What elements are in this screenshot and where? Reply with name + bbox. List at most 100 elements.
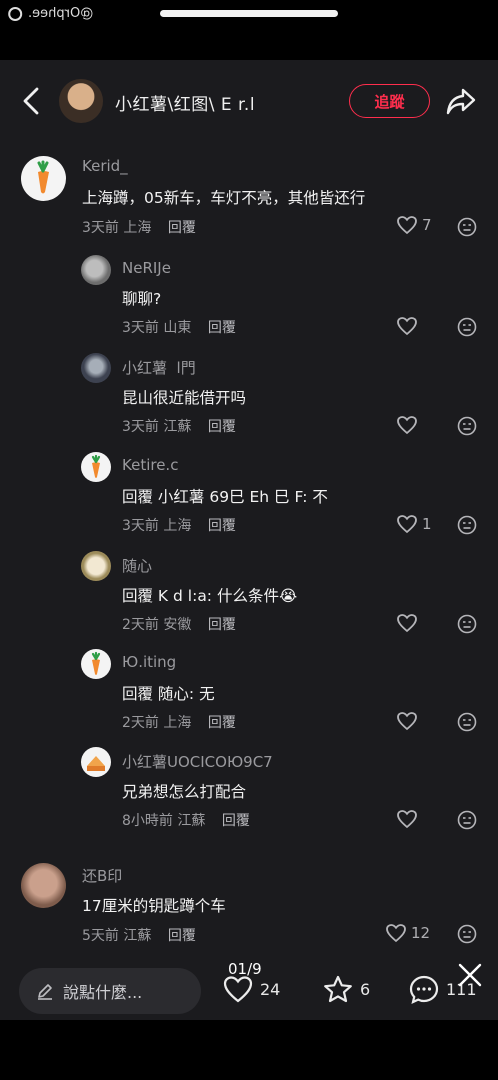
like-button[interactable]: 1: [396, 514, 432, 534]
comment-time: 3天前: [82, 220, 119, 236]
author-avatar[interactable]: [59, 79, 103, 123]
avatar[interactable]: [21, 863, 66, 908]
comment-text: 兄弟想怎么打配合: [122, 783, 247, 801]
comment-location: 安徽: [163, 617, 192, 633]
avatar[interactable]: [81, 255, 111, 285]
comment-input[interactable]: 說點什麼...: [19, 968, 201, 1014]
reply-button[interactable]: 回覆: [208, 715, 236, 731]
reply-button[interactable]: 回覆: [208, 617, 236, 633]
like-count: 7: [422, 216, 432, 234]
avatar[interactable]: [81, 649, 111, 679]
like-button[interactable]: [396, 711, 422, 731]
comment-text: 聊聊?: [122, 290, 162, 308]
comment-location: 山東: [163, 320, 192, 336]
like-button[interactable]: [396, 809, 422, 829]
comment-username[interactable]: 随心: [122, 555, 152, 576]
comment-text: 昆山很近能借开吗: [122, 389, 247, 407]
unamused-face-icon[interactable]: [457, 614, 477, 634]
avatar[interactable]: [81, 353, 111, 383]
like-button[interactable]: [396, 316, 422, 336]
comment-username[interactable]: 小红薯 l門: [122, 357, 205, 378]
share-arrow-icon[interactable]: [445, 86, 477, 116]
comment-time: 3天前: [122, 320, 159, 336]
bottom-letterbox: [0, 1020, 498, 1080]
like-count: 12: [411, 924, 431, 942]
reply-button[interactable]: 回覆: [168, 220, 196, 236]
unamused-face-icon[interactable]: [457, 515, 477, 535]
cake-icon: [87, 756, 105, 771]
comment-location: 上海: [163, 715, 192, 731]
collect-button[interactable]: 6: [322, 974, 370, 1004]
follow-button[interactable]: 追蹤: [349, 84, 430, 118]
reply-item: 小红薯 l門 昆山很近能借开吗 3天前 江蘇 回覆: [0, 353, 498, 438]
comment-meta: 2天前 上海 回覆: [122, 712, 236, 732]
reply-item: NeRIJe 聊聊? 3天前 山東 回覆: [0, 255, 498, 340]
unamused-face-icon[interactable]: [457, 217, 477, 237]
comment-text: 上海蹲，05新车，车灯不亮，其他皆还行: [82, 189, 366, 207]
watermark: @Orphee.: [8, 6, 93, 21]
reply-button[interactable]: 回覆: [208, 320, 236, 336]
pencil-icon: [38, 984, 52, 1000]
like-button[interactable]: 7: [396, 215, 432, 235]
like-button[interactable]: [396, 415, 422, 435]
like-button[interactable]: [396, 613, 422, 633]
like-count: 1: [422, 515, 432, 533]
chevron-left-icon[interactable]: [20, 86, 44, 116]
collect-count: 6: [360, 979, 371, 999]
unamused-face-icon[interactable]: [457, 712, 477, 732]
comment-bubble-icon: [409, 975, 439, 1004]
comment-username[interactable]: Ketire.c: [122, 456, 178, 474]
comment-meta: 8小時前 江蘇 回覆: [122, 810, 250, 830]
author-name[interactable]: 小红薯\红图\ E r.l: [115, 90, 255, 115]
comment-text: 回覆 随心: 无: [122, 685, 215, 703]
heart-icon: [386, 924, 406, 943]
comment-username[interactable]: 小红薯UOCICOЮ9C7: [122, 751, 273, 772]
comment-text: 17厘米的钥匙蹲个车: [82, 897, 226, 915]
close-icon[interactable]: [457, 962, 483, 988]
comment-meta: 3天前 上海 回覆: [82, 217, 196, 237]
comment-meta: 5天前 江蘇 回覆: [82, 925, 196, 945]
like-button[interactable]: 12: [385, 923, 430, 943]
like-post-button[interactable]: 24: [222, 974, 280, 1004]
comment-time: 3天前: [122, 419, 159, 435]
carrot-icon: [91, 651, 101, 675]
reply-button[interactable]: 回覆: [208, 518, 236, 534]
avatar[interactable]: [81, 747, 111, 777]
comment-username[interactable]: Kerid_: [82, 157, 128, 175]
reply-button[interactable]: 回覆: [222, 813, 250, 829]
comment-username[interactable]: NeRIJe: [122, 259, 171, 277]
heart-icon: [397, 810, 417, 829]
reply-button[interactable]: 回覆: [168, 928, 196, 944]
comment-username[interactable]: 还B印: [82, 865, 122, 886]
unamused-face-icon[interactable]: [457, 924, 477, 944]
comment-time: 5天前: [82, 928, 119, 944]
heart-icon: [397, 317, 417, 336]
comment-text: 回覆 K d l:a: 什么条件😭: [122, 587, 298, 605]
comment-time: 3天前: [122, 518, 159, 534]
comment-text: 回覆 小红薯 69巳 Eh 巳 F: 不: [122, 488, 328, 506]
unamused-face-icon[interactable]: [457, 810, 477, 830]
reply-item: 随心 回覆 K d l:a: 什么条件😭 2天前 安徽 回覆: [0, 551, 498, 636]
avatar[interactable]: [21, 156, 66, 201]
avatar[interactable]: [81, 452, 111, 482]
comment-meta: 3天前 江蘇 回覆: [122, 416, 236, 436]
reply-item: Ketire.c 回覆 小红薯 69巳 Eh 巳 F: 不 3天前 上海 回覆 …: [0, 452, 498, 537]
unamused-face-icon[interactable]: [457, 416, 477, 436]
comment-username[interactable]: Ю.iting: [122, 653, 176, 671]
header: 小红薯\红图\ E r.l 追蹤: [0, 60, 498, 144]
comment-time: 8小時前: [122, 813, 173, 829]
reply-button[interactable]: 回覆: [208, 419, 236, 435]
comment-location: 上海: [123, 220, 152, 236]
avatar[interactable]: [81, 551, 111, 581]
unamused-face-icon[interactable]: [457, 317, 477, 337]
comment-time: 2天前: [122, 715, 159, 731]
bottom-action-bar: 說點什麼... 01/9 24 6 111: [0, 960, 498, 1020]
heart-icon: [397, 416, 417, 435]
comment-location: 江蘇: [163, 419, 192, 435]
heart-icon: [223, 976, 253, 1003]
comments-screen: 小红薯\红图\ E r.l 追蹤 Kerid_ 上海蹲，05新车，车灯不亮，其他…: [0, 60, 498, 1020]
carrot-icon: [37, 160, 49, 194]
star-icon: [324, 975, 352, 1003]
heart-icon: [397, 614, 417, 633]
heart-icon: [397, 515, 417, 534]
